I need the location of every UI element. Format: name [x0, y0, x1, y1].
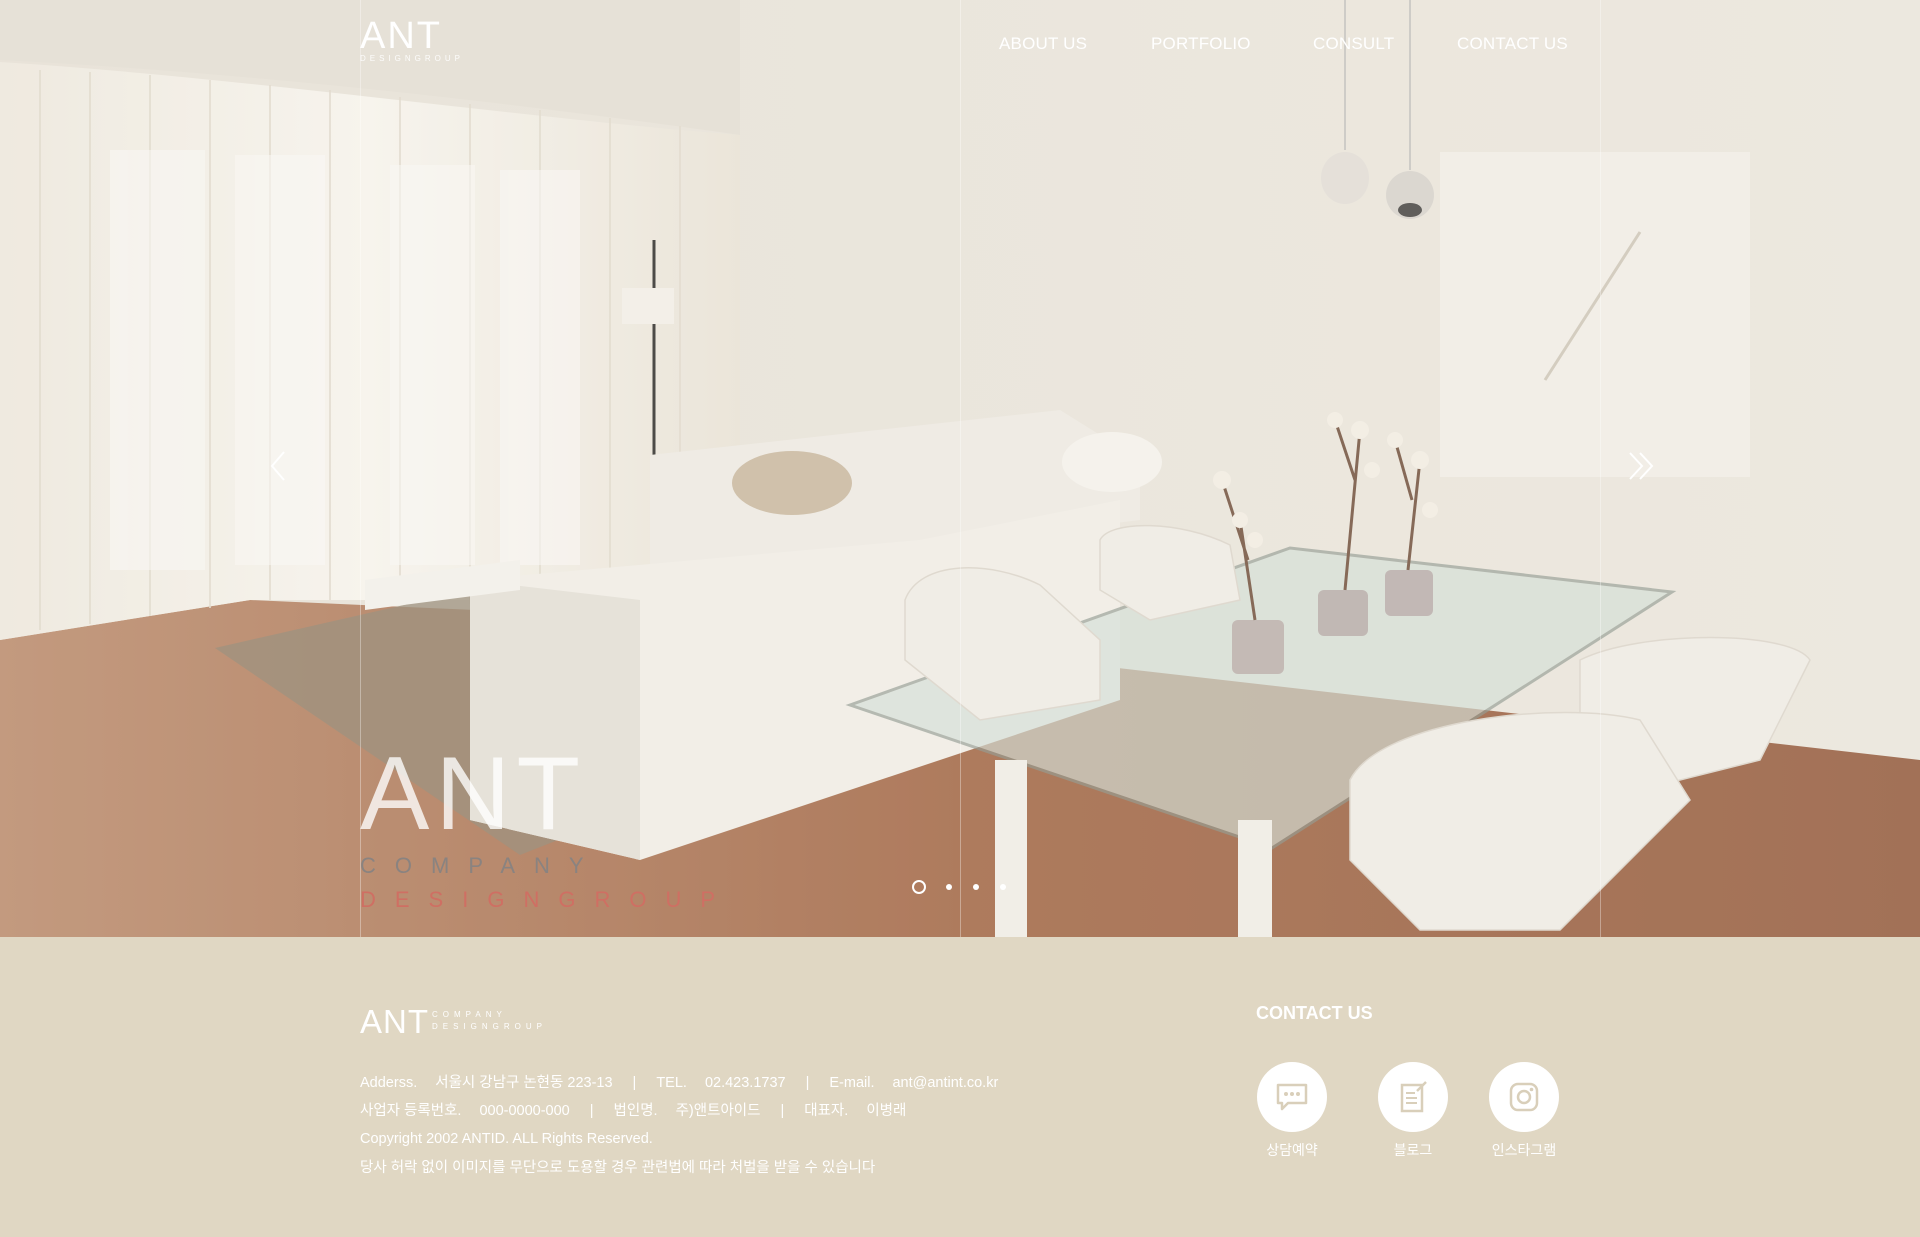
sns-instagram-button[interactable]: 인스타그램 [1474, 1062, 1574, 1160]
site-logo[interactable]: ANT DESIGNGROUP [360, 16, 464, 63]
separator: | [780, 1103, 785, 1119]
nav-portfolio[interactable]: PORTFOLIO [1151, 34, 1251, 54]
slider-dot-2[interactable] [946, 884, 952, 890]
footer-logo: ANT COMPANY DESIGNGROUP [360, 1003, 542, 1040]
top-navigation-bar: ANT DESIGNGROUP ABOUT US PORTFOLIO CONSU… [0, 0, 1920, 90]
address-label: Adderss. [360, 1075, 418, 1091]
sns-instagram-label: 인스타그램 [1491, 1142, 1557, 1158]
footer-logo-line1: COMPANY [432, 1010, 507, 1019]
slider-dot-3[interactable] [973, 884, 979, 890]
logo-subtext: DESIGNGROUP [360, 54, 465, 63]
legal-notice: 당사 허락 없이 이미지를 무단으로 도용할 경우 관련법에 따라 처벌을 받을… [360, 1160, 876, 1176]
separator: | [632, 1075, 637, 1091]
nav-about-us[interactable]: ABOUT US [999, 34, 1087, 54]
hero-guide-line [1600, 0, 1601, 937]
ceo-label: 대표자. [804, 1103, 849, 1119]
footer-logo-line2: DESIGNGROUP [432, 1022, 548, 1031]
slider-dot-1[interactable] [912, 880, 926, 894]
sns-blog-button[interactable]: 블로그 [1363, 1062, 1463, 1160]
separator: | [589, 1103, 594, 1119]
corp-label: 법인명. [613, 1103, 658, 1119]
address-value: 서울시 강남구 논현동 223-13 [435, 1075, 613, 1091]
slider-next-button[interactable] [1624, 448, 1660, 484]
email-value[interactable]: ant@antint.co.kr [892, 1075, 998, 1091]
ceo-value: 이병래 [866, 1103, 907, 1119]
footer-logo-subtext: COMPANY DESIGNGROUP [432, 1009, 547, 1033]
blog-note-icon [1400, 1081, 1427, 1113]
copyright-text: Copyright 2002 ANTID. ALL Rights Reserve… [360, 1131, 653, 1147]
hero-brand-line2: DESIGNGROUP [360, 887, 735, 912]
sns-blog-label: 블로그 [1393, 1142, 1433, 1158]
hero-guide-line [960, 0, 961, 937]
footer-info-row-2: 사업자 등록번호. 000-0000-000 | 법인명. 주)앤트아이드 | 대표자. 이병… [360, 1099, 906, 1120]
bizno-value: 000-0000-000 [479, 1103, 570, 1119]
slider-dot-4[interactable] [1000, 884, 1006, 890]
nav-consult[interactable]: CONSULT [1313, 34, 1394, 54]
sns-consult-circle [1257, 1062, 1327, 1132]
slider-prev-button[interactable] [262, 448, 298, 484]
footer-info-row-1: Adderss. 서울시 강남구 논현동 223-13 | TEL. 02.423.17… [360, 1071, 998, 1092]
nav-contact-us[interactable]: CONTACT US [1457, 34, 1568, 54]
instagram-icon [1509, 1082, 1539, 1112]
footer-contact-title: CONTACT US [1256, 1003, 1373, 1023]
logo-text: ANT [360, 15, 442, 57]
double-chevron-right-icon [1629, 452, 1654, 480]
email-label: E-mail. [829, 1075, 875, 1091]
hero-brand-title: ANT [360, 736, 586, 852]
footer-logo-text: ANT [360, 1003, 429, 1040]
hero-slider: ANT DESIGNGROUP ABOUT US PORTFOLIO CONSU… [0, 0, 1920, 937]
bizno-label: 사업자 등록번호. [360, 1103, 462, 1119]
separator: | [805, 1075, 810, 1091]
chevron-left-icon [270, 451, 285, 481]
sns-consult-label: 상담예약 [1266, 1142, 1318, 1158]
tel-value: 02.423.1737 [704, 1075, 786, 1091]
sns-instagram-circle [1489, 1062, 1559, 1132]
hero-brand-text: ANT COMPANY DESIGNGROUP [360, 742, 734, 914]
hero-brand-line1: COMPANY [360, 853, 603, 878]
site-footer: ANT COMPANY DESIGNGROUP Adderss. 서울시 강남구 … [0, 937, 1920, 1237]
sns-consult-button[interactable]: 상담예약 [1242, 1062, 1342, 1160]
corp-value: 주)앤트아이드 [675, 1103, 761, 1119]
chat-bubble-icon [1276, 1083, 1308, 1111]
tel-label: TEL. [656, 1075, 687, 1091]
sns-blog-circle [1378, 1062, 1448, 1132]
